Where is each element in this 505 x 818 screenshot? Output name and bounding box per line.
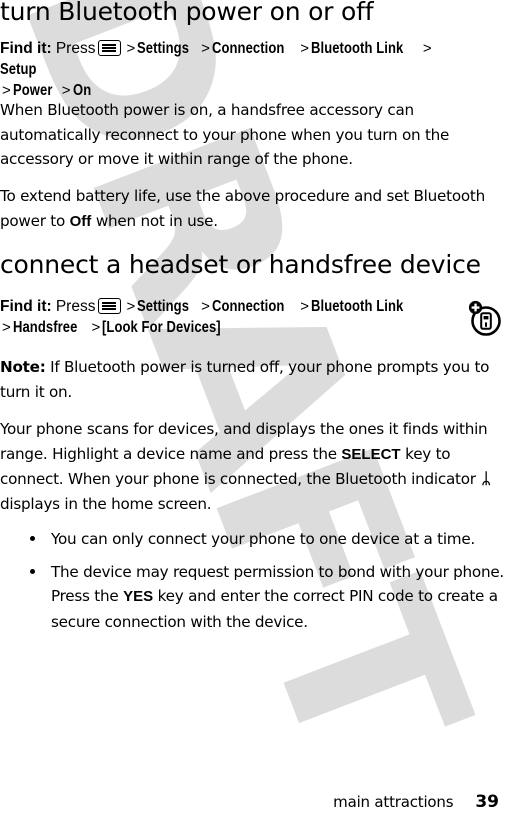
- path-separator-6: >: [61, 82, 71, 99]
- note-label: Note:: [0, 358, 46, 376]
- path-separator-5: >: [2, 82, 11, 99]
- press-label-2: Press: [55, 298, 96, 315]
- menu-key-icon: [98, 40, 122, 56]
- path-item-bluetooth-link: Bluetooth Link: [310, 298, 404, 315]
- path-separator-1: >: [126, 40, 136, 57]
- footer-page-number: 39: [475, 792, 499, 812]
- find-it-path-connect-headset: Find it: Press > Settings > Connection > Bluet…: [0, 296, 450, 338]
- path-separator-2: >: [201, 298, 210, 315]
- path-item-connection: Connection: [211, 298, 285, 315]
- list-item: You can only connect your phone to one d…: [0, 527, 505, 552]
- path-item-look-for-devices: [Look For Devices]: [102, 319, 221, 336]
- paragraph-note-bluetooth-off: Note: If Bluetooth power is turned off, …: [0, 355, 500, 404]
- path-separator-4: >: [2, 319, 11, 336]
- paragraph-bluetooth-on-behavior: When Bluetooth power is on, a handsfree …: [0, 98, 500, 172]
- paragraph-text-after: when not in use.: [91, 211, 218, 230]
- press-label: Press: [55, 40, 96, 57]
- phone-add-device-icon: [468, 300, 501, 336]
- paragraph-device-scan: Your phone scans for devices, and displa…: [0, 417, 500, 516]
- note-text: If Bluetooth power is turned off, your p…: [0, 358, 490, 401]
- path-item-settings: Settings: [137, 40, 190, 57]
- path-item-settings: Settings: [137, 298, 190, 315]
- path-separator-1: >: [126, 298, 136, 315]
- scan-text-part3: displays in the home screen.: [0, 494, 212, 513]
- section-heading-connect-headset: connect a headset or handsfree device: [0, 250, 481, 279]
- notes-bullet-list: You can only connect your phone to one d…: [0, 527, 505, 642]
- find-it-label-2: Find it:: [0, 298, 52, 315]
- softkey-yes: YES: [123, 588, 154, 606]
- menu-key-icon: [98, 298, 122, 314]
- path-separator-3: >: [300, 40, 309, 57]
- list-item: The device may request permission to bon…: [0, 560, 505, 635]
- path-item-handsfree: Handsfree: [12, 319, 78, 336]
- bluetooth-indicator-icon: ᛦ: [481, 469, 491, 489]
- menu-value-off: Off: [69, 212, 92, 230]
- bullet-text: You can only connect your phone to one d…: [51, 530, 476, 548]
- manual-page: turn Bluetooth power on or off Find it: …: [0, 0, 505, 818]
- footer-chapter-title: main attractions: [333, 793, 454, 811]
- bullet-dot-icon: [30, 568, 35, 574]
- softkey-select: SELECT: [341, 445, 401, 463]
- page-footer: main attractions 39: [0, 792, 505, 812]
- path-separator-2: >: [201, 40, 210, 57]
- path-item-bluetooth-link: Bluetooth Link: [310, 40, 404, 57]
- section-heading-turn-bluetooth-power: turn Bluetooth power on or off: [0, 0, 374, 26]
- find-it-label: Find it:: [0, 40, 52, 57]
- bullet-dot-icon: [30, 536, 35, 541]
- find-it-path-bluetooth-power: Find it: Press > Settings > Connection > Bluet…: [0, 38, 470, 101]
- path-separator-3: >: [300, 298, 309, 315]
- paragraph-battery-life: To extend battery life, use the above pr…: [0, 184, 500, 234]
- path-separator-5: >: [91, 319, 101, 336]
- path-separator-4: >: [422, 40, 432, 57]
- path-item-setup: Setup: [0, 61, 37, 78]
- path-item-connection: Connection: [211, 40, 285, 57]
- paragraph-text: When Bluetooth power is on, a handsfree …: [0, 101, 450, 169]
